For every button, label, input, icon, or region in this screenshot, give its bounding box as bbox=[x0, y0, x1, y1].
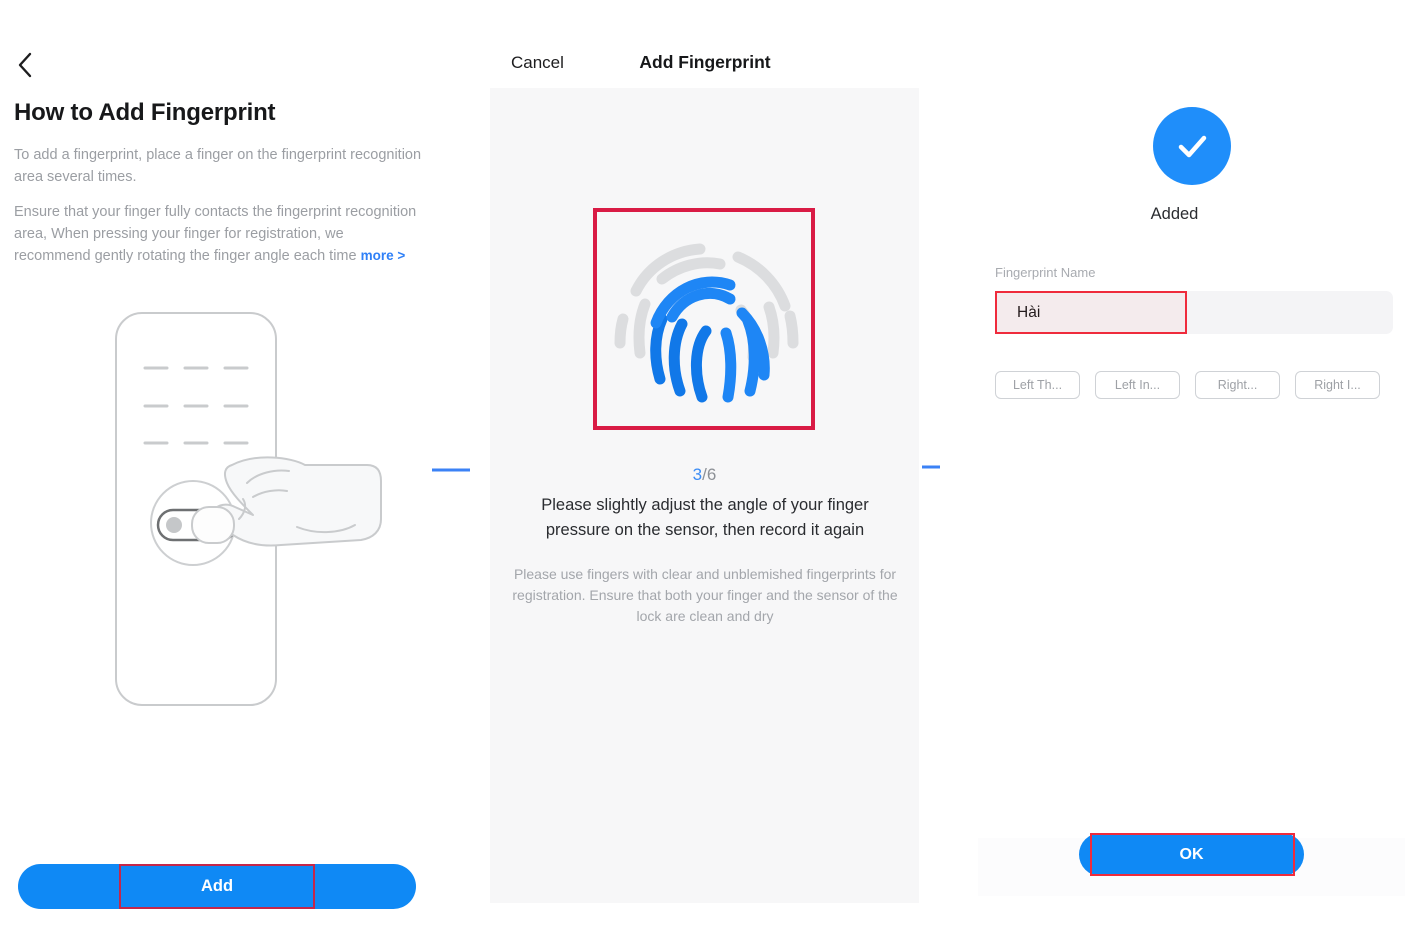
check-circle-icon bbox=[1153, 107, 1231, 185]
fingerprint-icon bbox=[610, 225, 802, 417]
annotation-box-ok-button bbox=[1090, 833, 1295, 876]
fingerprint-name-label: Fingerprint Name bbox=[995, 265, 1096, 280]
modal-sheet: 3/6 Please slightly adjust the angle of … bbox=[490, 88, 919, 903]
finger-preset-chips: Left Th... Left In... Right... Right I..… bbox=[995, 371, 1393, 399]
add-fingerprint-modal: Cancel Add Fingerprint 3/6 Please slight… bbox=[470, 0, 940, 938]
chip-right-index[interactable]: Right I... bbox=[1295, 371, 1380, 399]
chip-right-thumb[interactable]: Right... bbox=[1195, 371, 1280, 399]
back-button[interactable] bbox=[8, 48, 42, 82]
annotation-box-name-input bbox=[995, 291, 1187, 334]
instruction-text: Please slightly adjust the angle of your… bbox=[541, 496, 869, 539]
annotation-box-fingerprint-icon bbox=[593, 208, 815, 430]
chip-left-thumb[interactable]: Left Th... bbox=[995, 371, 1080, 399]
intro-paragraph-2: Ensure that your finger fully contacts t… bbox=[14, 201, 424, 267]
counter-total: 6 bbox=[706, 465, 717, 484]
chevron-left-icon bbox=[17, 52, 33, 78]
annotation-box-add-button bbox=[119, 864, 315, 909]
chip-left-index[interactable]: Left In... bbox=[1095, 371, 1180, 399]
intro-paragraph-1: To add a fingerprint, place a finger on … bbox=[14, 147, 422, 185]
how-to-add-fingerprint-screen: How to Add Fingerprint To add a fingerpr… bbox=[0, 0, 470, 938]
screenshot-root: How to Add Fingerprint To add a fingerpr… bbox=[0, 0, 1409, 938]
more-link[interactable]: more > bbox=[361, 248, 406, 263]
intro-paragraph-2-text: Ensure that your finger fully contacts t… bbox=[14, 204, 417, 264]
progress-counter: 3/6 bbox=[490, 465, 919, 485]
modal-title: Add Fingerprint bbox=[639, 52, 771, 72]
status-label: Added bbox=[1150, 205, 1199, 223]
page-title: How to Add Fingerprint bbox=[14, 99, 276, 126]
counter-current: 3 bbox=[692, 465, 703, 484]
note-text: Please use fingers with clear and unblem… bbox=[512, 566, 898, 624]
fingerprint-added-screen: Added Fingerprint Name Hài Left Th... Le… bbox=[940, 0, 1409, 938]
smart-lock-fingerprint-illustration bbox=[105, 305, 395, 715]
